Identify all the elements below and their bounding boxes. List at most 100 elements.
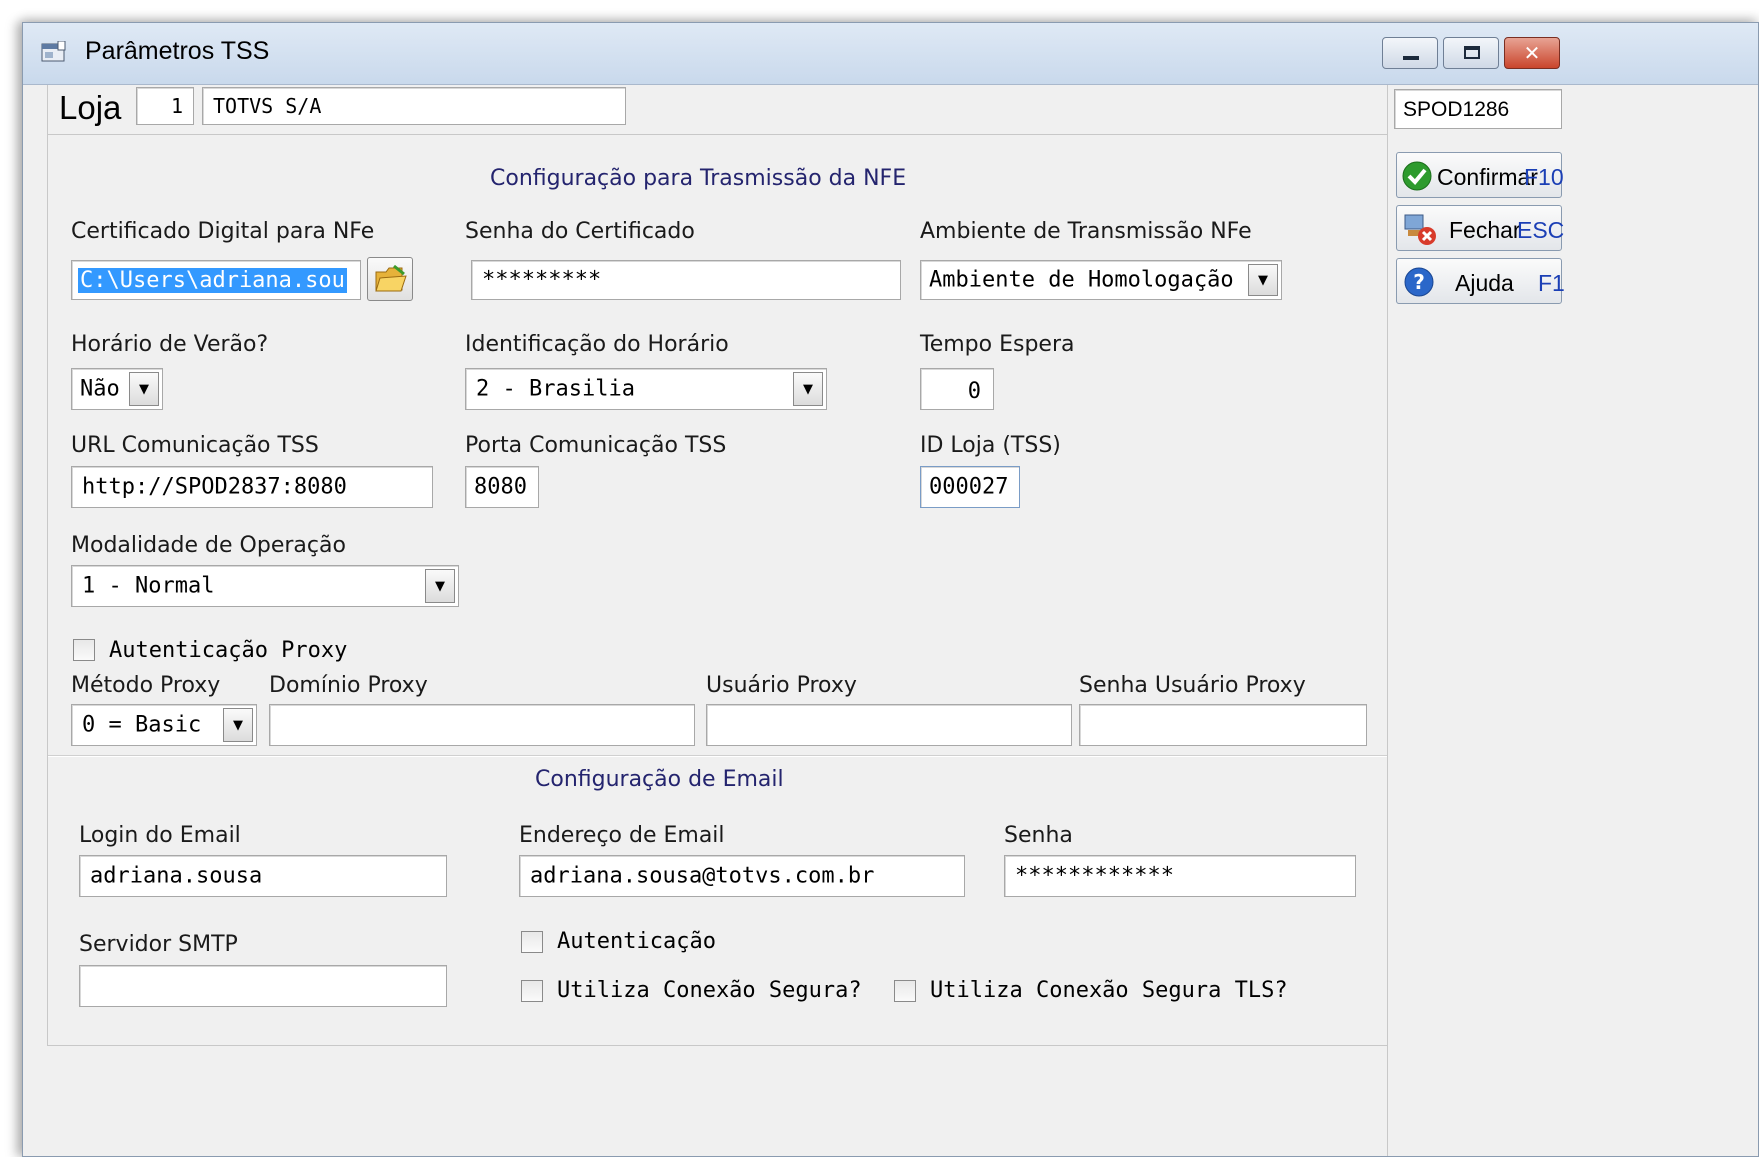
- id-loja-field[interactable]: 000027: [920, 466, 1020, 508]
- title-bar[interactable]: Parâmetros TSS ✕: [23, 23, 1758, 85]
- tempo-espera-label: Tempo Espera: [920, 332, 1075, 357]
- window-app-icon: [41, 40, 67, 63]
- fechar-button[interactable]: Fechar ESC: [1396, 205, 1565, 251]
- help-question-icon: ?: [1403, 266, 1435, 298]
- ajuda-shortcut: F1: [1538, 270, 1565, 296]
- close-icon: ✕: [1523, 41, 1541, 65]
- loja-code-value: 1: [170, 94, 183, 118]
- endereco-email-field[interactable]: adriana.sousa@totvs.com.br: [519, 855, 965, 897]
- horario-verao-label: Horário de Verão?: [71, 332, 269, 357]
- check-circle-icon: [1401, 160, 1433, 192]
- auth-proxy-label: Autenticação Proxy: [109, 638, 348, 663]
- autenticacao-label: Autenticação: [557, 929, 716, 954]
- url-field[interactable]: http://SPOD2837:8080: [71, 466, 433, 508]
- login-email-value: adriana.sousa: [90, 863, 263, 889]
- conexao-segura-checkbox[interactable]: [521, 980, 543, 1002]
- login-email-field[interactable]: adriana.sousa: [79, 855, 447, 897]
- loja-name-field[interactable]: TOTVS S/A: [202, 87, 626, 125]
- senha-email-field[interactable]: ************: [1004, 855, 1356, 897]
- server-name: SPOD1286: [1403, 98, 1510, 121]
- id-horario-select[interactable]: 2 - Brasilia ▼: [465, 368, 827, 410]
- senha-proxy-field[interactable]: [1079, 704, 1367, 746]
- auth-proxy-checkbox[interactable]: [73, 639, 95, 661]
- metodo-proxy-select[interactable]: 0 = Basic ▼: [71, 704, 257, 746]
- usuario-proxy-label: Usuário Proxy: [706, 673, 857, 698]
- chevron-down-icon[interactable]: ▼: [425, 569, 455, 603]
- browse-certificate-button[interactable]: [367, 257, 413, 301]
- id-loja-label: ID Loja (TSS): [920, 433, 1061, 458]
- certificado-label: Certificado Digital para NFe: [71, 219, 375, 244]
- autenticacao-checkbox[interactable]: [521, 931, 543, 953]
- horario-verao-select[interactable]: Não ▼: [71, 368, 163, 410]
- loja-name-value: TOTVS S/A: [213, 94, 322, 118]
- svg-text:?: ?: [1413, 270, 1425, 294]
- porta-field[interactable]: 8080: [465, 466, 539, 508]
- modalidade-label: Modalidade de Operação: [71, 533, 346, 558]
- conexao-tls-label: Utiliza Conexão Segura TLS?: [930, 978, 1288, 1003]
- main-content: Configuração para Trasmissão da NFE Cert…: [47, 135, 1387, 1156]
- metodo-proxy-label: Método Proxy: [71, 673, 221, 698]
- window-title: Parâmetros TSS: [85, 37, 270, 65]
- tempo-espera-field[interactable]: 0: [920, 368, 994, 410]
- senha-email-value: ************: [1015, 863, 1174, 889]
- loja-label: Loja: [59, 89, 122, 126]
- fechar-label: Fechar: [1449, 217, 1521, 243]
- ajuda-button[interactable]: ? Ajuda F1: [1396, 258, 1565, 304]
- porta-value: 8080: [474, 474, 527, 500]
- modalidade-value: 1 - Normal: [82, 573, 215, 599]
- maximize-button[interactable]: [1443, 37, 1499, 69]
- senha-proxy-label: Senha Usuário Proxy: [1079, 673, 1306, 698]
- chevron-down-icon[interactable]: ▼: [793, 372, 823, 406]
- endereco-email-value: adriana.sousa@totvs.com.br: [530, 863, 875, 889]
- certificado-field[interactable]: C:\Users\adriana.sou: [71, 260, 361, 300]
- smtp-label: Servidor SMTP: [79, 932, 238, 957]
- horario-verao-value: Não: [80, 376, 120, 402]
- close-x-icon: [1403, 212, 1437, 246]
- login-email-label: Login do Email: [79, 823, 241, 848]
- minimize-button[interactable]: [1382, 37, 1438, 69]
- close-window-button[interactable]: ✕: [1504, 37, 1560, 69]
- modalidade-select[interactable]: 1 - Normal ▼: [71, 565, 459, 607]
- parametros-tss-window: Parâmetros TSS ✕ Loja 1 TOTVS S/A SPOD12…: [22, 22, 1759, 1157]
- tempo-espera-value: 0: [967, 379, 981, 404]
- nfe-section-title: Configuração para Trasmissão da NFE: [490, 166, 907, 191]
- loja-code-field[interactable]: 1: [136, 87, 194, 125]
- endereco-email-label: Endereço de Email: [519, 823, 725, 848]
- senha-certificado-label: Senha do Certificado: [465, 219, 695, 244]
- id-horario-value: 2 - Brasilia: [476, 376, 635, 402]
- confirmar-button[interactable]: Confirmar F10: [1396, 152, 1564, 198]
- confirmar-shortcut: F10: [1524, 164, 1564, 190]
- dominio-proxy-label: Domínio Proxy: [269, 673, 428, 698]
- ambiente-select[interactable]: Ambiente de Homologação ▼: [920, 260, 1282, 300]
- ambiente-value: Ambiente de Homologação: [929, 267, 1234, 293]
- url-value: http://SPOD2837:8080: [82, 474, 347, 500]
- chevron-down-icon[interactable]: ▼: [223, 708, 253, 742]
- section-divider: [47, 755, 1387, 757]
- url-label: URL Comunicação TSS: [71, 433, 319, 458]
- confirmar-label: Confirmar: [1437, 164, 1538, 190]
- senha-certificado-field[interactable]: *********: [471, 260, 901, 300]
- side-panel: SPOD1286 Confirmar F10 Fechar ESC ? Ajud…: [1387, 85, 1758, 1156]
- certificado-value: C:\Users\adriana.sou: [78, 268, 347, 293]
- folder-open-icon: [374, 264, 408, 298]
- smtp-field[interactable]: [79, 965, 447, 1007]
- chevron-down-icon[interactable]: ▼: [1248, 264, 1278, 296]
- id-horario-label: Identificação do Horário: [465, 332, 729, 357]
- ambiente-label: Ambiente de Transmissão NFe: [920, 219, 1252, 244]
- porta-label: Porta Comunicação TSS: [465, 433, 727, 458]
- fechar-shortcut: ESC: [1517, 217, 1565, 243]
- conexao-segura-label: Utiliza Conexão Segura?: [557, 978, 862, 1003]
- email-section-title: Configuração de Email: [535, 767, 784, 792]
- senha-email-label: Senha: [1004, 823, 1073, 848]
- header-panel: Loja 1 TOTVS S/A: [47, 85, 1387, 135]
- senha-certificado-value: *********: [482, 267, 602, 293]
- usuario-proxy-field[interactable]: [706, 704, 1072, 746]
- bottom-border: [47, 1045, 1387, 1046]
- dominio-proxy-field[interactable]: [269, 704, 695, 746]
- conexao-tls-checkbox[interactable]: [894, 980, 916, 1002]
- ajuda-label: Ajuda: [1455, 270, 1514, 296]
- maximize-icon: [1464, 46, 1480, 59]
- chevron-down-icon[interactable]: ▼: [129, 372, 159, 406]
- minimize-icon: [1403, 56, 1419, 60]
- id-loja-value: 000027: [929, 474, 1009, 500]
